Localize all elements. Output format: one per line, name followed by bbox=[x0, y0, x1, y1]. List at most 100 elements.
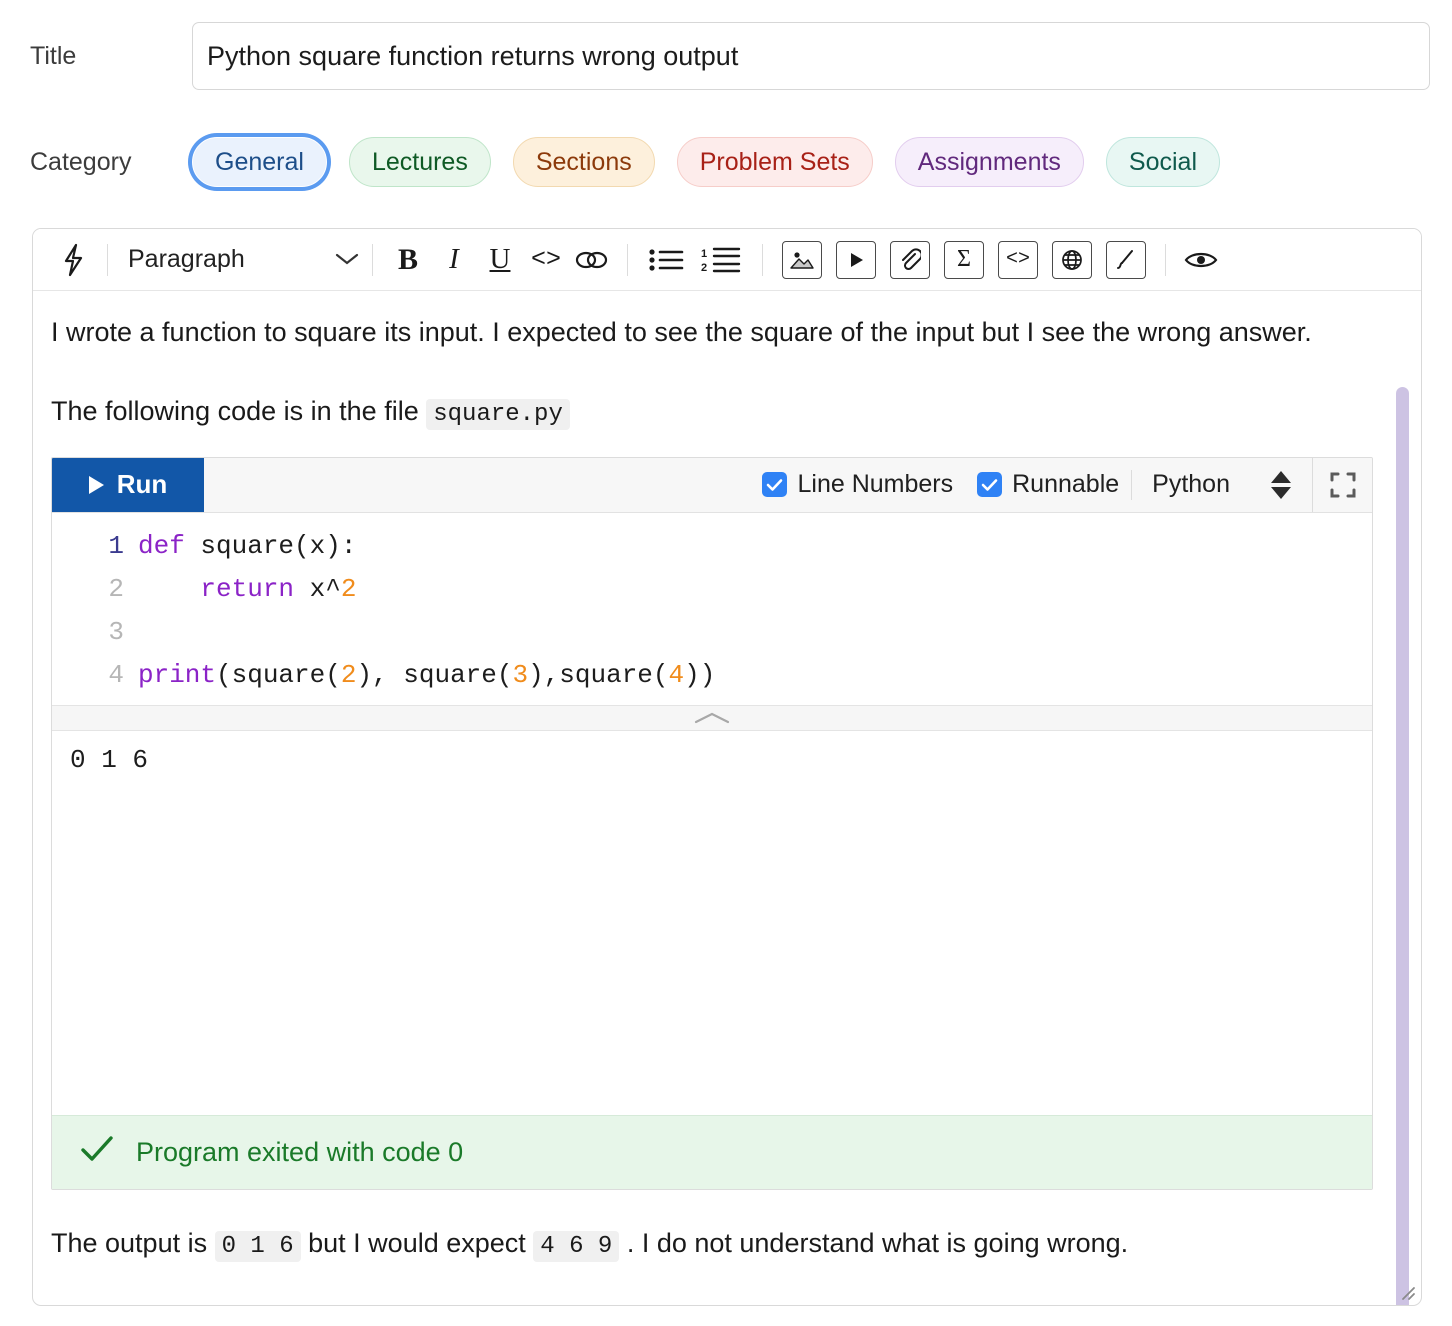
line-number: 2 bbox=[52, 568, 138, 611]
play-icon bbox=[89, 476, 104, 494]
category-label: Category bbox=[0, 148, 192, 177]
block-format-label: Paragraph bbox=[128, 245, 334, 274]
draw-icon[interactable] bbox=[1106, 241, 1146, 279]
code-block-header: Run Line Numbers Runnable bbox=[52, 458, 1372, 513]
toolbar-divider-2 bbox=[372, 244, 373, 276]
code-line: 2 return x^2 bbox=[52, 568, 1372, 611]
title-row: Title bbox=[0, 20, 1452, 92]
toolbar-divider-5 bbox=[1165, 244, 1166, 276]
toolbar-divider-3 bbox=[627, 244, 628, 276]
runnable-checkbox[interactable]: Runnable bbox=[965, 458, 1131, 512]
conclusion-text-after: . I do not understand what is going wron… bbox=[627, 1228, 1128, 1258]
paragraph-file-text: The following code is in the file bbox=[51, 396, 419, 426]
header-spacer bbox=[204, 458, 750, 512]
checkbox-checked-icon-2 bbox=[977, 472, 1002, 497]
link-icon[interactable] bbox=[569, 237, 615, 283]
equation-icon[interactable]: Σ bbox=[944, 241, 984, 279]
paperclip-icon[interactable] bbox=[890, 241, 930, 279]
language-select[interactable]: Python bbox=[1132, 458, 1250, 512]
code-token: ),square( bbox=[528, 660, 668, 690]
title-input[interactable] bbox=[192, 22, 1430, 90]
conclusion-text-before: The output is bbox=[51, 1228, 207, 1258]
code-token: square(x): bbox=[185, 531, 357, 561]
inline-code-actual: 0 1 6 bbox=[215, 1231, 301, 1262]
category-pill-lectures[interactable]: Lectures bbox=[349, 137, 491, 187]
chevron-up-icon bbox=[693, 710, 731, 726]
run-button[interactable]: Run bbox=[52, 458, 204, 512]
code-token: def bbox=[138, 531, 185, 561]
editor-body[interactable]: I wrote a function to square its input. … bbox=[33, 291, 1421, 1306]
editor-scrollbar-thumb[interactable] bbox=[1396, 387, 1409, 1306]
svg-text:1: 1 bbox=[701, 248, 707, 260]
block-format-select[interactable]: Paragraph bbox=[120, 245, 360, 274]
line-numbers-checkbox[interactable]: Line Numbers bbox=[750, 458, 965, 512]
fullscreen-icon[interactable] bbox=[1312, 458, 1372, 512]
paragraph-file: The following code is in the file square… bbox=[51, 390, 1341, 434]
image-icon[interactable] bbox=[782, 241, 822, 279]
conclusion-text-middle: but I would expect bbox=[308, 1228, 526, 1258]
status-bar: Program exited with code 0 bbox=[52, 1115, 1372, 1189]
bold-button[interactable]: B bbox=[385, 237, 431, 283]
code-line: 4print(square(2), square(3),square(4)) bbox=[52, 654, 1372, 697]
eye-icon[interactable] bbox=[1178, 237, 1224, 283]
italic-button[interactable]: I bbox=[431, 237, 477, 283]
embed-code-label: <> bbox=[1006, 248, 1030, 271]
bulleted-list-icon[interactable] bbox=[640, 237, 692, 283]
category-pill-sections[interactable]: Sections bbox=[513, 137, 655, 187]
paragraph-intro: I wrote a function to square its input. … bbox=[51, 311, 1341, 354]
code-line: 3 bbox=[52, 611, 1372, 654]
underline-button[interactable]: U bbox=[477, 237, 523, 283]
status-text: Program exited with code 0 bbox=[136, 1137, 463, 1168]
category-row: Category General Lectures Sections Problem … bbox=[0, 128, 1452, 196]
paragraph-conclusion: The output is 0 1 6 but I would expect 4… bbox=[51, 1222, 1341, 1266]
code-token: return bbox=[200, 574, 294, 604]
code-token: print bbox=[138, 660, 216, 690]
arrow-down-icon bbox=[1271, 487, 1291, 499]
category-pill-general[interactable]: General bbox=[192, 137, 327, 187]
code-line-content: def square(x): bbox=[138, 525, 356, 568]
arrow-up-icon bbox=[1271, 471, 1291, 483]
line-number: 4 bbox=[52, 654, 138, 697]
code-line-content: return x^2 bbox=[138, 568, 356, 611]
code-line: 1def square(x): bbox=[52, 525, 1372, 568]
rich-text-editor: Paragraph B I U <> bbox=[32, 228, 1422, 1306]
checkbox-checked-icon bbox=[762, 472, 787, 497]
post-composer: Title Category General Lectures Sections Pr… bbox=[0, 0, 1452, 1326]
code-token: ), square( bbox=[356, 660, 512, 690]
globe-icon[interactable] bbox=[1052, 241, 1092, 279]
editor-toolbar: Paragraph B I U <> bbox=[33, 229, 1421, 291]
category-pill-assignments[interactable]: Assignments bbox=[895, 137, 1084, 187]
code-editor[interactable]: 1def square(x):2 return x^23 4print(squa… bbox=[52, 513, 1372, 705]
code-line-content: print(square(2), square(3),square(4)) bbox=[138, 654, 715, 697]
numbered-list-icon[interactable]: 1 2 bbox=[692, 237, 750, 283]
check-icon bbox=[80, 1135, 114, 1170]
title-label: Title bbox=[0, 42, 192, 71]
svg-text:2: 2 bbox=[701, 262, 707, 274]
resize-handle-icon[interactable] bbox=[1396, 1281, 1416, 1301]
line-numbers-label: Line Numbers bbox=[797, 470, 953, 499]
runnable-label: Runnable bbox=[1012, 470, 1119, 499]
lightning-bolt-icon[interactable] bbox=[51, 238, 95, 282]
code-token: (square( bbox=[216, 660, 341, 690]
code-block: Run Line Numbers Runnable bbox=[51, 457, 1373, 1190]
inline-code-button[interactable]: <> bbox=[523, 237, 569, 283]
code-token: 2 bbox=[341, 660, 357, 690]
code-token: x^ bbox=[294, 574, 341, 604]
code-token: 2 bbox=[341, 574, 357, 604]
inline-code-expected: 4 6 9 bbox=[533, 1231, 619, 1262]
run-button-label: Run bbox=[117, 469, 168, 500]
category-pill-problem-sets[interactable]: Problem Sets bbox=[677, 137, 873, 187]
code-token: 3 bbox=[512, 660, 528, 690]
output-collapse-toggle[interactable] bbox=[52, 705, 1372, 731]
inline-code-filename: square.py bbox=[426, 399, 570, 430]
video-icon[interactable] bbox=[836, 241, 876, 279]
chevron-down-icon bbox=[334, 245, 360, 274]
embed-code-icon[interactable]: <> bbox=[998, 241, 1038, 279]
code-token bbox=[138, 574, 200, 604]
category-pill-social[interactable]: Social bbox=[1106, 137, 1220, 187]
code-line-content bbox=[138, 611, 154, 654]
category-pill-group: General Lectures Sections Problem Sets Assig… bbox=[192, 137, 1220, 187]
toolbar-divider-4 bbox=[762, 244, 763, 276]
equation-label: Σ bbox=[957, 246, 971, 273]
sort-arrows-icon[interactable] bbox=[1250, 458, 1312, 512]
